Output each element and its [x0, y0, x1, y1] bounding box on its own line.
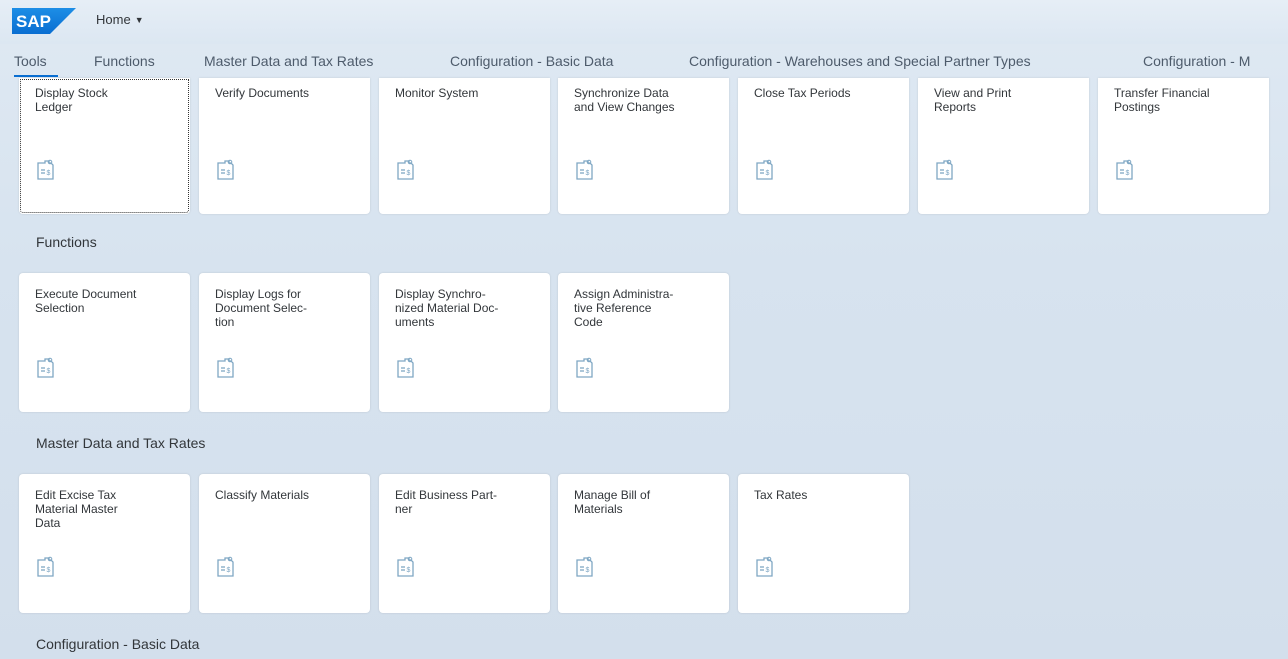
- report-icon: $: [397, 159, 414, 180]
- tile-close-tax-periods[interactable]: Close Tax Periods $: [738, 78, 909, 214]
- report-icon: $: [936, 159, 953, 180]
- report-icon: $: [576, 159, 593, 180]
- svg-text:$: $: [227, 170, 231, 177]
- svg-text:$: $: [407, 567, 411, 574]
- anchor-bar: Tools Functions Master Data and Tax Rate…: [0, 44, 1288, 78]
- anchor-master-data[interactable]: Master Data and Tax Rates: [204, 53, 373, 69]
- report-icon: $: [217, 357, 234, 378]
- tile-title: Edit Business Part- ner: [395, 488, 498, 516]
- anchor-config-warehouses[interactable]: Configuration - Warehouses and Special P…: [689, 53, 1031, 69]
- svg-text:$: $: [227, 567, 231, 574]
- tile-transfer-financial-postings[interactable]: Transfer Financial Postings $: [1098, 78, 1269, 214]
- tile-verify-documents[interactable]: Verify Documents $: [199, 78, 370, 214]
- tile-view-print-reports[interactable]: View and Print Reports $: [918, 78, 1089, 214]
- tile-tax-rates[interactable]: Tax Rates $: [738, 474, 909, 613]
- svg-text:$: $: [586, 170, 590, 177]
- tile-title: Monitor System: [395, 86, 479, 100]
- tile-display-logs-document-selection[interactable]: Display Logs for Document Selec- tion $: [199, 273, 370, 412]
- report-icon: $: [576, 357, 593, 378]
- tile-monitor-system[interactable]: Monitor System $: [379, 78, 550, 214]
- tile-title: Edit Excise Tax Material Master Data: [35, 488, 118, 530]
- group-title-functions: Functions: [36, 234, 97, 250]
- shell-bar: SAP Home ▼: [0, 0, 1288, 44]
- svg-text:$: $: [47, 170, 51, 177]
- tile-execute-document-selection[interactable]: Execute Document Selection $: [19, 273, 190, 412]
- anchor-config-more[interactable]: Configuration - M: [1143, 53, 1250, 69]
- svg-text:$: $: [407, 170, 411, 177]
- svg-text:$: $: [766, 567, 770, 574]
- tile-title: Assign Administra- tive Reference Code: [574, 287, 674, 329]
- report-icon: $: [756, 556, 773, 577]
- report-icon: $: [37, 556, 54, 577]
- svg-text:$: $: [946, 170, 950, 177]
- sap-logo-text: SAP: [16, 12, 51, 31]
- tile-title: Close Tax Periods: [754, 86, 851, 100]
- tile-assign-administrative-reference-code[interactable]: Assign Administra- tive Reference Code $: [558, 273, 729, 412]
- svg-text:$: $: [586, 567, 590, 574]
- tile-title: Transfer Financial Postings: [1114, 86, 1210, 114]
- svg-text:$: $: [227, 368, 231, 375]
- svg-text:$: $: [47, 567, 51, 574]
- report-icon: $: [397, 357, 414, 378]
- tile-classify-materials[interactable]: Classify Materials $: [199, 474, 370, 613]
- tile-display-synchronized-material-documents[interactable]: Display Synchro- nized Material Doc- ume…: [379, 273, 550, 412]
- report-icon: $: [1116, 159, 1133, 180]
- group-title-master-data: Master Data and Tax Rates: [36, 435, 206, 451]
- tile-title: Display Synchro- nized Material Doc- ume…: [395, 287, 499, 329]
- tile-title: Verify Documents: [215, 86, 310, 100]
- report-icon: $: [576, 556, 593, 577]
- tile-title: Display Logs for Document Selec- tion: [215, 287, 308, 329]
- home-menu-label: Home: [96, 12, 131, 27]
- tile-synchronize-data[interactable]: Synchronize Data and View Changes $: [558, 78, 729, 214]
- tile-title: Manage Bill of Materials: [574, 488, 651, 516]
- sap-logo[interactable]: SAP: [12, 8, 76, 34]
- svg-text:$: $: [1126, 170, 1130, 177]
- tile-title: Display Stock Ledger: [35, 86, 108, 114]
- report-icon: $: [217, 556, 234, 577]
- anchor-selected-indicator: [14, 75, 58, 77]
- report-icon: $: [37, 159, 54, 180]
- anchor-tools[interactable]: Tools: [14, 53, 47, 69]
- tile-manage-bill-of-materials[interactable]: Manage Bill of Materials $: [558, 474, 729, 613]
- report-icon: $: [756, 159, 773, 180]
- svg-text:$: $: [47, 368, 51, 375]
- report-icon: $: [217, 159, 234, 180]
- tile-edit-excise-tax-material-master-data[interactable]: Edit Excise Tax Material Master Data $: [19, 474, 190, 613]
- tile-edit-business-partner[interactable]: Edit Business Part- ner $: [379, 474, 550, 613]
- svg-text:$: $: [766, 170, 770, 177]
- anchor-config-basic[interactable]: Configuration - Basic Data: [450, 53, 613, 69]
- tile-title: Synchronize Data and View Changes: [574, 86, 675, 114]
- report-icon: $: [37, 357, 54, 378]
- tile-title: Execute Document Selection: [35, 287, 137, 315]
- svg-text:$: $: [407, 368, 411, 375]
- home-menu-button[interactable]: Home ▼: [96, 12, 144, 27]
- report-icon: $: [397, 556, 414, 577]
- chevron-down-icon: ▼: [134, 14, 144, 25]
- svg-text:$: $: [586, 368, 590, 375]
- tile-title: View and Print Reports: [934, 86, 1012, 114]
- tile-title: Tax Rates: [754, 488, 808, 502]
- group-title-config-basic: Configuration - Basic Data: [36, 636, 200, 652]
- tile-display-stock-ledger[interactable]: Display Stock Ledger $: [19, 78, 190, 214]
- tile-title: Classify Materials: [215, 488, 310, 502]
- anchor-functions[interactable]: Functions: [94, 53, 155, 69]
